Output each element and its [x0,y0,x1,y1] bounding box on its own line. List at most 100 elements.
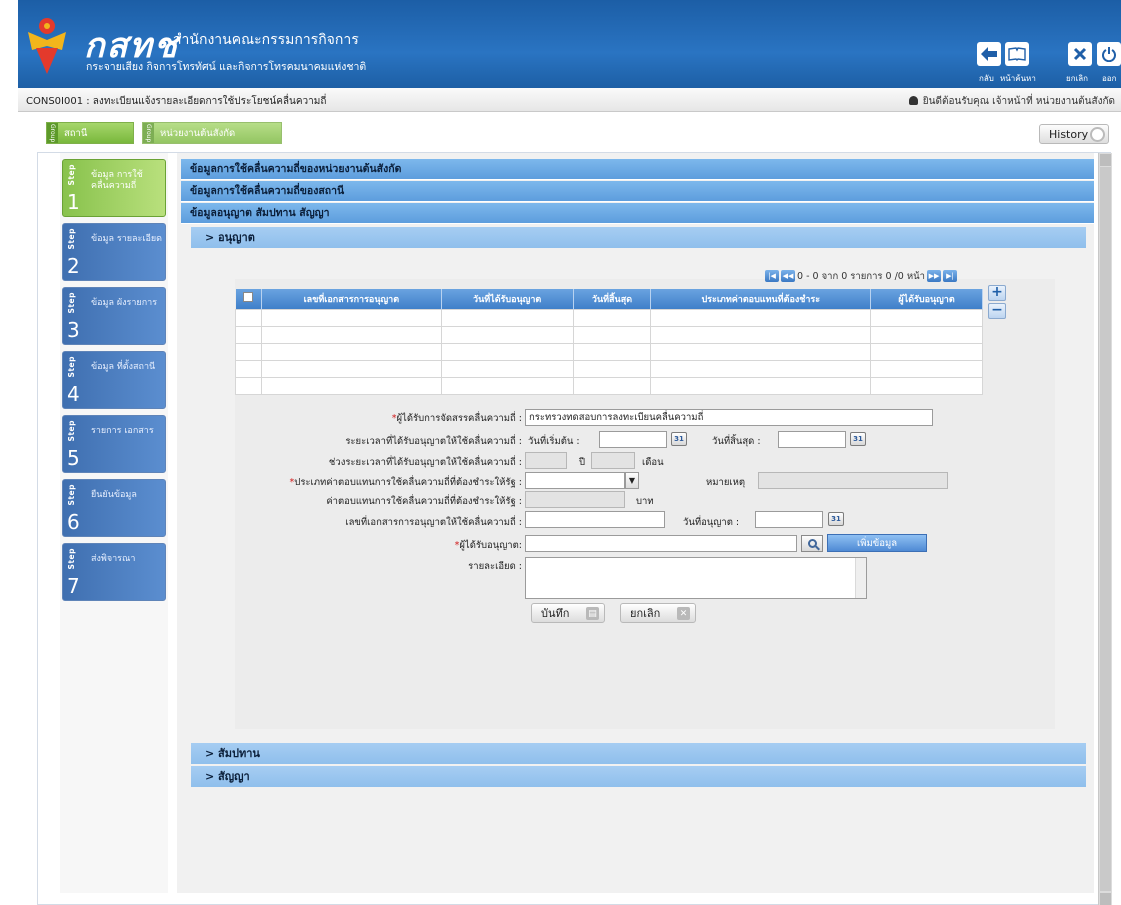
scroll-down-arrow[interactable] [1100,893,1111,905]
table-row[interactable] [235,325,983,344]
power-icon [1102,47,1116,62]
save-button[interactable]: บันทึก ▤ [531,603,605,623]
tab-station-label: สถานี [64,127,88,139]
license-grid: เลขที่เอกสารการอนุญาต วันที่ได้รับอนุญาต… [235,289,983,395]
step-7[interactable]: Step 7 ส่งพิจารณา [62,543,166,601]
back-button[interactable] [977,42,1001,66]
close-icon: ✕ [677,607,690,620]
detail-label: รายละเอียด : [468,561,522,572]
step-4[interactable]: Step 4 ข้อมูล ที่ตั้งสถานี [62,351,166,409]
tab-agency[interactable]: Group หน่วยงานต้นสังกัด [142,122,282,144]
scroll-thumb[interactable] [1100,167,1111,891]
tab-agency-label: หน่วยงานต้นสังกัด [160,127,236,139]
search-page-button-label: หน้าค้นหา [1000,74,1036,83]
first-page-button[interactable]: |◀ [765,270,779,282]
subsection-concession[interactable]: > สัมปทาน [191,743,1086,764]
app-header: กสทช สำนักงานคณะกรรมการกิจการ กระจายเสีย… [18,0,1121,88]
add-data-button[interactable]: เพิ่มข้อมูล [827,534,927,552]
step-label: ข้อมูล การใช้ คลื่นความถี่ [91,170,143,191]
period-label: ระยะเวลาที่ได้รับอนุญาตให้ใช้คลื่นความถี… [345,436,522,447]
vertical-scrollbar[interactable] [1098,153,1112,905]
start-date-input[interactable] [599,431,667,448]
textarea-scrollbar[interactable] [855,558,866,598]
license-date-input[interactable] [755,511,823,528]
scroll-up-arrow[interactable] [1100,154,1111,166]
cancel-header-button[interactable] [1068,42,1092,66]
step-label: ข้อมูล รายละเอียด [91,234,162,244]
col-fee-type[interactable]: ประเภทค่าตอบแทนที่ต้องชำระ [650,289,872,309]
step-label: รายการ เอกสาร [91,426,154,436]
end-date-calendar-icon[interactable]: 31 [850,432,866,446]
section-agency-usage[interactable]: ข้อมูลการใช้คลื่นความถี่ของหน่วยงานต้นสั… [181,159,1094,180]
fee-type-select[interactable] [525,472,625,489]
clock-icon [1090,127,1105,142]
welcome-text: ยินดีต้อนรับคุณ เจ้าหน้าที่ หน่วยงานต้นส… [922,96,1115,107]
fee-type-label: *ประเภทค่าตอบแทนการใช้คลื่นความถี่ที่ต้อ… [289,477,522,488]
history-button[interactable]: History [1039,124,1109,144]
subsection-license[interactable]: > อนุญาต [191,227,1086,248]
step-tag: Step [67,420,76,442]
step-number: 5 [67,446,80,470]
month-unit: เดือน [642,457,664,468]
org-name: สำนักงานคณะกรรมการกิจการ [173,32,359,48]
licensee-input[interactable] [525,535,797,552]
step-tag: Step [67,292,76,314]
prev-page-button[interactable]: ◀◀ [781,270,795,282]
fee-input [525,491,625,508]
save-icon: ▤ [586,607,599,620]
detail-textarea[interactable] [525,557,867,599]
section-station-usage[interactable]: ข้อมูลการใช้คลื่นความถี่ของสถานี [181,181,1094,202]
book-icon [1008,47,1026,61]
step-label: ยืนยันข้อมูล [91,490,137,500]
table-row[interactable] [235,376,983,395]
cancel-header-button-label: ยกเลิก [1066,74,1089,83]
end-date-label: วันที่สิ้นสุด : [712,436,761,447]
subsection-contract[interactable]: > สัญญา [191,766,1086,787]
col-licensee[interactable]: ผู้ได้รับอนุญาต [870,289,983,309]
logout-button[interactable] [1097,42,1121,66]
step-number: 1 [67,190,80,214]
range-years-input [525,452,567,469]
step-1[interactable]: Step 1 ข้อมูล การใช้ คลื่นความถี่ [62,159,166,217]
add-row-button[interactable]: + [988,285,1006,301]
step-2[interactable]: Step 2 ข้อมูล รายละเอียด [62,223,166,281]
search-icon [807,539,817,548]
end-date-input[interactable] [778,431,846,448]
doc-no-input[interactable] [525,511,665,528]
logout-button-label: ออก [1102,74,1117,83]
table-row[interactable] [235,342,983,361]
step-6[interactable]: Step 6 ยืนยันข้อมูล [62,479,166,537]
step-3[interactable]: Step 3 ข้อมูล ผังรายการ [62,287,166,345]
start-date-calendar-icon[interactable]: 31 [671,432,687,446]
cancel-button-label: ยกเลิก [630,607,661,620]
last-page-button[interactable]: ▶| [942,270,957,282]
pager-text: 0 - 0 จาก 0 รายการ 0 /0 หน้า [797,270,925,282]
license-date-calendar-icon[interactable]: 31 [828,512,844,526]
allocatee-label: *ผู้ได้รับการจัดสรรคลื่นความถี่ : [391,413,522,424]
table-row[interactable] [235,308,983,327]
baht-unit: บาท [636,496,654,507]
section-license-concession-contract[interactable]: ข้อมูลอนุญาต สัมปทาน สัญญา [181,203,1094,224]
step-tag: Step [67,228,76,250]
select-all-checkbox[interactable] [243,292,254,303]
col-license-date[interactable]: วันที่ได้รับอนุญาต [441,289,574,309]
col-end-date[interactable]: วันที่สิ้นสุด [573,289,652,309]
licensee-search-button[interactable] [801,535,823,552]
step-number: 4 [67,382,80,406]
step-label: ข้อมูล ที่ตั้งสถานี [91,362,156,372]
cancel-button[interactable]: ยกเลิก ✕ [620,603,696,623]
screen-title: CONS0I001 : ลงทะเบียนแจ้งรายละเอียดการใช… [26,96,327,107]
tab-station[interactable]: Group สถานี [46,122,134,144]
step-label: ข้อมูล ผังรายการ [91,298,158,308]
col-doc-no[interactable]: เลขที่เอกสารการอนุญาต [261,289,442,309]
table-row[interactable] [235,359,983,378]
next-page-button[interactable]: ▶▶ [926,270,941,282]
org-subtitle: กระจายเสียง กิจการโทรทัศน์ และกิจการโทรค… [86,61,367,73]
fee-type-label-text: ประเภทค่าตอบแทนการใช้คลื่นความถี่ที่ต้อง… [294,477,522,488]
step-number: 7 [67,574,80,598]
search-page-button[interactable] [1005,42,1029,66]
chevron-down-icon[interactable]: ▼ [625,472,639,489]
allocatee-input[interactable]: กระทรวงทดสอบการลงทะเบียนคลื่นความถี่ [525,409,933,426]
step-5[interactable]: Step 5 รายการ เอกสาร [62,415,166,473]
remove-row-button[interactable]: − [988,303,1006,319]
